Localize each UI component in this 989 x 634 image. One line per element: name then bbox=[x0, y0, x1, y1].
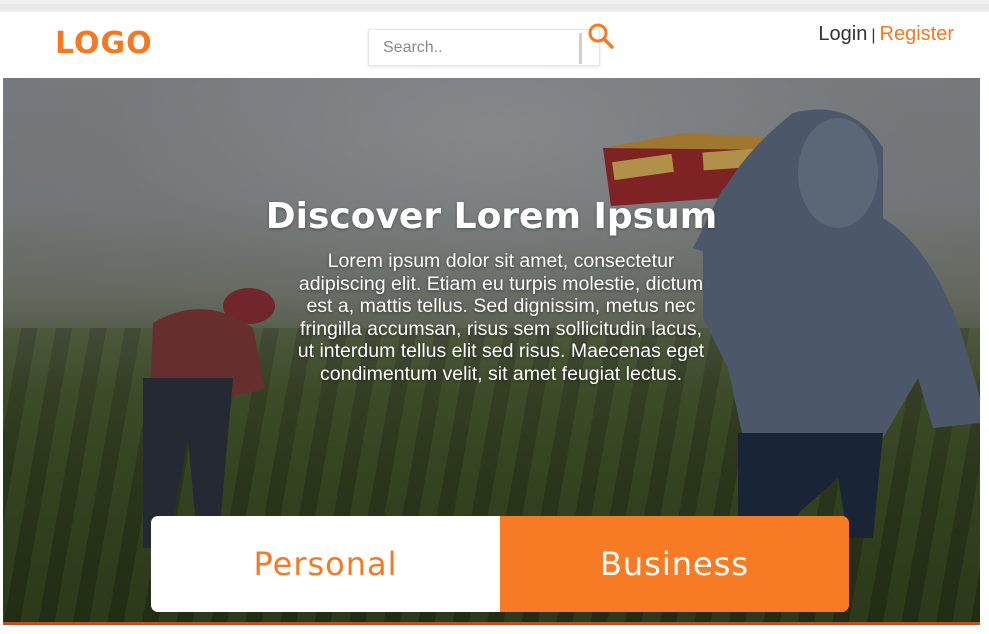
hero-description: Lorem ipsum dolor sit amet, consectetur … bbox=[297, 250, 705, 385]
navbar: LOGO bbox=[3, 12, 980, 78]
tab-business[interactable]: Business bbox=[500, 516, 849, 612]
auth-separator: | bbox=[871, 27, 876, 44]
search-input[interactable] bbox=[369, 30, 579, 65]
login-link[interactable]: Login bbox=[818, 23, 867, 45]
logo[interactable]: LOGO bbox=[55, 29, 153, 59]
auth-links: Login | Register bbox=[818, 24, 954, 44]
search-bar bbox=[368, 29, 600, 66]
register-link[interactable]: Register bbox=[880, 23, 954, 45]
tab-personal[interactable]: Personal bbox=[151, 516, 500, 612]
search-divider bbox=[579, 33, 582, 64]
hero-title: Discover Lorem Ipsum bbox=[265, 196, 718, 237]
search-button[interactable] bbox=[586, 21, 616, 51]
search-icon bbox=[588, 23, 614, 49]
hero-bottom-border bbox=[3, 622, 980, 625]
browser-top-strip bbox=[0, 0, 989, 12]
account-type-tabs: Personal Business bbox=[151, 516, 849, 612]
